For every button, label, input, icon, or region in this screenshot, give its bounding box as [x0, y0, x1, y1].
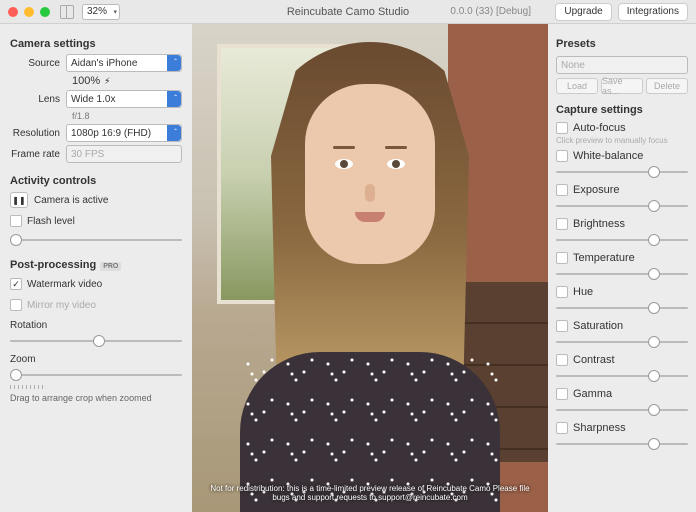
- source-select[interactable]: Aidan's iPhone: [66, 54, 182, 72]
- activity-heading: Activity controls: [10, 175, 182, 187]
- zoom-ticks: [10, 385, 182, 389]
- integrations-button[interactable]: Integrations: [618, 3, 688, 21]
- flash-checkbox[interactable]: [10, 215, 22, 227]
- framerate-select: 30 FPS: [66, 145, 182, 163]
- contrast-label: Contrast: [573, 354, 615, 366]
- pro-badge: PRO: [100, 262, 121, 271]
- capture-heading: Capture settings: [556, 104, 688, 116]
- whitebalance-checkbox[interactable]: [556, 150, 568, 162]
- lens-aperture: f/1.8: [72, 111, 182, 121]
- temperature-label: Temperature: [573, 252, 635, 264]
- hue-slider[interactable]: [556, 301, 688, 315]
- saveas-button[interactable]: Save as...: [601, 78, 643, 94]
- contrast-slider[interactable]: [556, 369, 688, 383]
- zoom-select[interactable]: 32%: [82, 4, 120, 20]
- zoom-hint: Drag to arrange crop when zoomed: [10, 393, 182, 403]
- version-label: 0.0.0 (33) [Debug]: [450, 6, 531, 17]
- window-title: Reincubate Camo Studio: [287, 6, 409, 18]
- temperature-slider[interactable]: [556, 267, 688, 281]
- exposure-label: Exposure: [573, 184, 619, 196]
- gamma-label: Gamma: [573, 388, 612, 400]
- watermark-text: Not for redistribution: this is a time-l…: [202, 484, 538, 502]
- autofocus-hint: Click preview to manually focus: [556, 136, 688, 145]
- sharpness-slider[interactable]: [556, 437, 688, 451]
- contrast-checkbox[interactable]: [556, 354, 568, 366]
- mirror-label: Mirror my video: [27, 300, 96, 311]
- gamma-checkbox[interactable]: [556, 388, 568, 400]
- camera-status: Camera is active: [34, 195, 108, 206]
- brightness-checkbox[interactable]: [556, 218, 568, 230]
- hue-checkbox[interactable]: [556, 286, 568, 298]
- flash-slider[interactable]: [10, 233, 182, 247]
- whitebalance-slider[interactable]: [556, 165, 688, 179]
- saturation-slider[interactable]: [556, 335, 688, 349]
- minimize-icon[interactable]: [24, 7, 34, 17]
- brightness-label: Brightness: [573, 218, 625, 230]
- zoom-label: Zoom: [10, 354, 182, 365]
- traffic-lights: [8, 7, 50, 17]
- preview-area[interactable]: Not for redistribution: this is a time-l…: [192, 24, 548, 512]
- upgrade-button[interactable]: Upgrade: [555, 3, 611, 21]
- usb-icon: ⚡︎: [104, 76, 110, 86]
- camera-settings-heading: Camera settings: [10, 38, 182, 50]
- autofocus-label: Auto-focus: [573, 122, 626, 134]
- zoom-slider[interactable]: [10, 368, 182, 382]
- left-panel: Camera settings Source Aidan's iPhone 10…: [0, 24, 192, 512]
- post-heading: Post-processingPRO: [10, 259, 182, 271]
- watermark-label: Watermark video: [27, 279, 102, 290]
- rotation-slider[interactable]: [10, 334, 182, 348]
- sidebar-toggle-icon[interactable]: [60, 5, 74, 19]
- maximize-icon[interactable]: [40, 7, 50, 17]
- lens-select[interactable]: Wide 1.0x: [66, 90, 182, 108]
- sharpness-checkbox[interactable]: [556, 422, 568, 434]
- framerate-label: Frame rate: [10, 149, 66, 160]
- presets-heading: Presets: [556, 38, 688, 50]
- right-panel: Presets None Load Save as... Delete Capt…: [548, 24, 696, 512]
- load-button[interactable]: Load: [556, 78, 598, 94]
- whitebalance-label: White-balance: [573, 150, 643, 162]
- source-battery: 100%⚡︎: [72, 75, 182, 87]
- rotation-label: Rotation: [10, 320, 182, 331]
- watermark-checkbox[interactable]: [10, 278, 22, 290]
- autofocus-checkbox[interactable]: [556, 122, 568, 134]
- saturation-checkbox[interactable]: [556, 320, 568, 332]
- preset-select[interactable]: None: [556, 56, 688, 74]
- delete-button[interactable]: Delete: [646, 78, 688, 94]
- saturation-label: Saturation: [573, 320, 623, 332]
- flash-label: Flash level: [27, 216, 75, 227]
- mirror-checkbox[interactable]: [10, 299, 22, 311]
- close-icon[interactable]: [8, 7, 18, 17]
- titlebar: 32% Reincubate Camo Studio 0.0.0 (33) [D…: [0, 0, 696, 24]
- brightness-slider[interactable]: [556, 233, 688, 247]
- resolution-select[interactable]: 1080p 16:9 (FHD): [66, 124, 182, 142]
- exposure-checkbox[interactable]: [556, 184, 568, 196]
- source-label: Source: [10, 58, 66, 69]
- sharpness-label: Sharpness: [573, 422, 626, 434]
- hue-label: Hue: [573, 286, 593, 298]
- exposure-slider[interactable]: [556, 199, 688, 213]
- gamma-slider[interactable]: [556, 403, 688, 417]
- preview-image: [192, 24, 548, 512]
- lens-label: Lens: [10, 94, 66, 105]
- pause-button[interactable]: ❚❚: [10, 192, 28, 208]
- resolution-label: Resolution: [10, 128, 66, 139]
- temperature-checkbox[interactable]: [556, 252, 568, 264]
